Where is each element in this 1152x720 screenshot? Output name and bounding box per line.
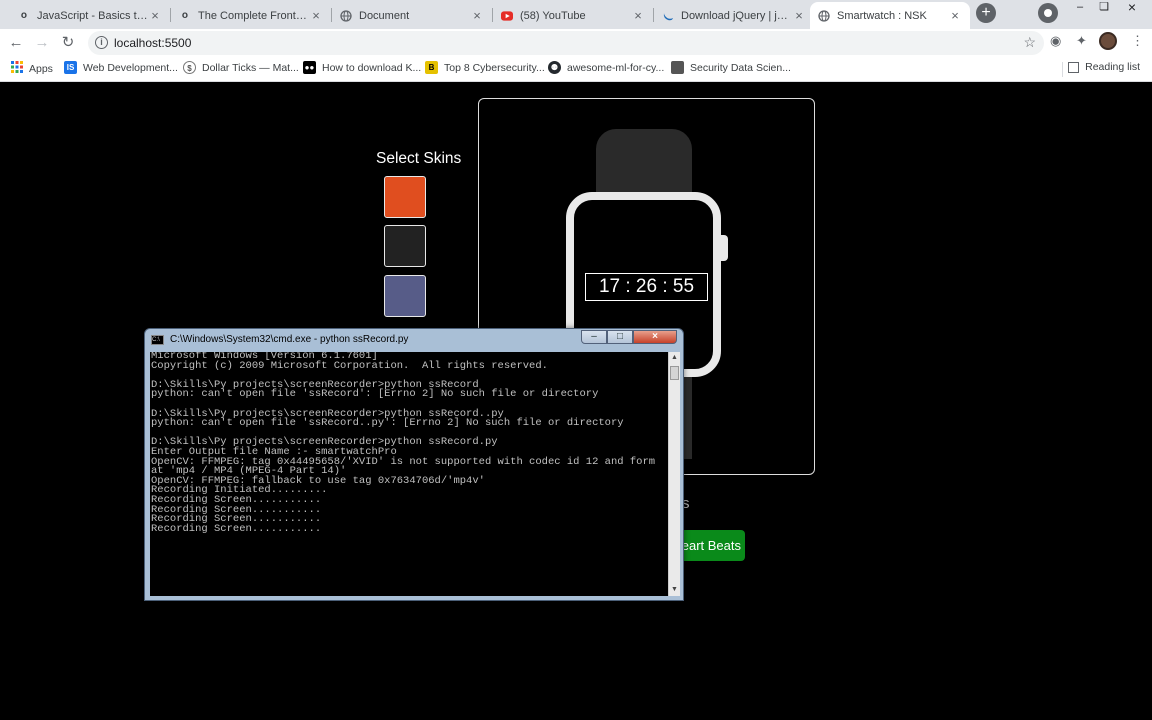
bookmark-separator [1062,62,1063,77]
apps-grid-icon [11,61,23,76]
avatar[interactable] [1099,32,1117,50]
udemy-icon: 𝛐 [181,10,189,21]
skin-option-blue[interactable] [384,275,426,317]
tab-youtube[interactable]: (58) YouTube × [493,2,653,29]
cmd-maximize-button[interactable]: □ [607,330,633,344]
bookmark-security-data-science[interactable]: Security Data Scien... [671,61,791,74]
cmd-scrollbar[interactable]: ▲ ▼ [668,352,680,596]
bookmark-dollar-ticks[interactable]: $ Dollar Ticks — Mat... [183,61,299,74]
info-icon[interactable]: i [95,36,108,49]
bookmark-awesome-ml[interactable]: ⚉ awesome-ml-for-cy... [548,61,664,74]
cmd-title-text: C:\Windows\System32\cmd.exe - python ssR… [170,334,409,345]
cmd-line: python: can't open file 'ssRecord': [Err… [151,388,599,401]
cmd-icon: C:\ [151,334,164,345]
tab-title: The Complete Front-End [198,9,309,22]
udemy-icon: 𝛐 [20,10,28,21]
github-icon: ⚉ [548,61,561,74]
close-icon[interactable]: × [470,8,484,23]
bookmark-label: awesome-ml-for-cy... [567,61,665,74]
bookmark-label: How to download K... [322,61,422,74]
bookmark-web-development[interactable]: IS Web Development... [64,61,178,74]
extension-panda-icon[interactable]: ◉ [1050,33,1061,49]
cmd-line: python: can't open file 'ssRecord..py': … [151,417,624,430]
forward-icon[interactable]: → [32,33,52,53]
medium-icon: ●● [303,61,316,74]
reading-list-button[interactable]: Reading list [1068,61,1140,73]
bookmark-label: Web Development... [83,61,178,74]
bookmark-how-to-download[interactable]: ●● How to download K... [303,61,421,74]
cmd-console-output[interactable]: Microsoft Windows [Version 6.1.7601] Copy… [150,352,668,596]
address-bar[interactable]: i localhost:5500 ☆ [88,31,1044,55]
cmd-window[interactable]: C:\ C:\Windows\System32\cmd.exe - python… [144,328,684,601]
extensions-puzzle-icon[interactable]: ✦ [1076,33,1087,49]
is-icon: IS [64,61,77,74]
minimize-icon[interactable]: – [1068,0,1092,16]
bookmark-label: Apps [29,62,53,75]
tab-javascript-basics[interactable]: 𝛐 JavaScript - Basics to Adv × [10,2,170,29]
tab-strip: 𝛐 JavaScript - Basics to Adv × 𝛐 The Com… [0,0,1152,29]
tab-complete-front-end[interactable]: 𝛐 The Complete Front-End × [171,2,331,29]
restore-icon[interactable]: ❏ [1092,0,1116,16]
close-icon[interactable]: × [948,8,962,23]
close-icon[interactable]: × [309,8,323,23]
watch-time-display: 17 : 26 : 55 [585,273,708,301]
skin-option-black[interactable] [384,225,426,267]
skins-title: Select Skins [376,150,462,167]
tab-jquery[interactable]: Download jQuery | jQuery × [654,2,814,29]
close-icon[interactable]: × [792,8,806,23]
reload-icon[interactable]: ↻ [58,33,78,53]
new-tab-button[interactable]: + [976,3,996,23]
close-icon[interactable]: × [148,8,162,23]
cmd-close-button[interactable]: × [633,330,677,344]
close-window-icon[interactable]: × [1120,0,1144,16]
cmd-titlebar[interactable]: C:\ C:\Windows\System32\cmd.exe - python… [151,334,408,345]
url-text[interactable]: localhost:5500 [114,36,191,50]
tab-smartwatch[interactable]: Smartwatch : NSK × [810,2,970,29]
cyber-icon: B [425,61,438,74]
cmd-line: Copyright (c) 2009 Microsoft Corporation… [151,359,548,372]
profile-menu-icon[interactable] [1038,3,1058,23]
tab-title: Smartwatch : NSK [837,9,927,22]
reading-list-icon [1068,61,1080,73]
tab-title: (58) YouTube [520,9,586,22]
bookmark-label: Security Data Scien... [690,61,791,74]
scroll-down-icon[interactable]: ▼ [669,584,680,596]
tab-title: Document [359,9,410,22]
jquery-icon [662,10,674,22]
scroll-thumb[interactable] [670,366,679,380]
tab-title: Download jQuery | jQuery [681,9,792,22]
bookmark-apps[interactable]: Apps [11,61,53,76]
dollar-ticks-icon: $ [183,61,196,74]
security-icon [671,61,684,74]
tab-title: JavaScript - Basics to Adv [37,9,148,22]
cmd-minimize-button[interactable]: – [581,330,607,344]
bookmark-label: Dollar Ticks — Mat... [202,61,299,74]
globe-icon [340,9,352,22]
browser-toolbar: ← → ↻ i localhost:5500 ☆ [0,29,1152,57]
bookmark-star-icon[interactable]: ☆ [1023,34,1036,51]
close-icon[interactable]: × [631,8,645,23]
globe-icon [818,9,830,22]
bookmark-top-8-cybersecurity[interactable]: B Top 8 Cybersecurity... [425,61,545,74]
cmd-window-controls: – □ × [581,330,677,344]
cmd-line: Recording Screen........... [151,522,322,535]
skin-option-orange[interactable] [384,176,426,218]
watch-crown [720,235,728,261]
bookmarks-bar: Apps IS Web Development... $ Dollar Tick… [0,57,1152,82]
bookmark-label: Top 8 Cybersecurity... [444,61,545,74]
youtube-icon [501,10,513,22]
watch-strap-top [596,129,692,199]
reading-list-label: Reading list [1085,61,1140,73]
back-icon[interactable]: ← [6,33,26,53]
more-menu-icon[interactable]: ⋮ [1131,33,1144,49]
tab-document[interactable]: Document × [332,2,492,29]
scroll-up-icon[interactable]: ▲ [669,352,680,364]
